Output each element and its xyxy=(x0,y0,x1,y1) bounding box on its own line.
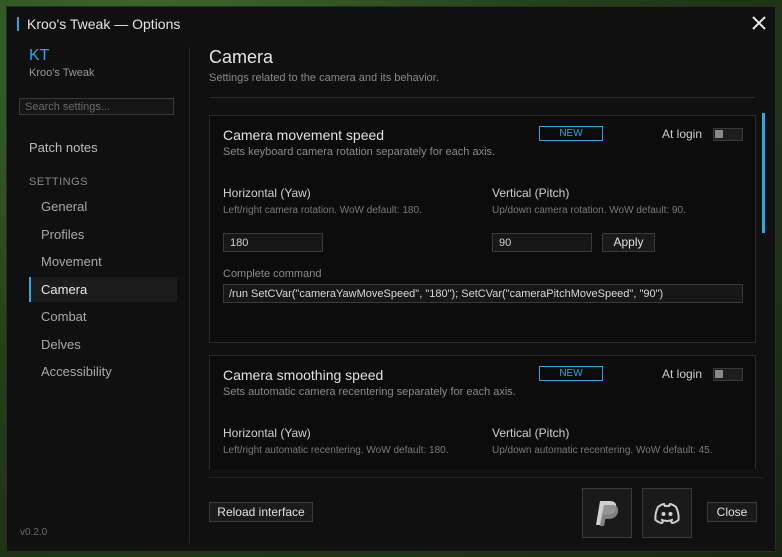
command-input[interactable] xyxy=(223,284,743,303)
card-description: Sets keyboard camera rotation separately… xyxy=(223,146,496,158)
horizontal-help: Left/right camera rotation. WoW default:… xyxy=(223,205,422,216)
page-subtitle: Settings related to the camera and its b… xyxy=(209,72,439,84)
window-title: Kroo's Tweak — Options xyxy=(27,16,181,32)
discord-button[interactable] xyxy=(642,488,692,538)
sidebar-item-patch-notes[interactable]: Patch notes xyxy=(29,140,98,155)
command-label: Complete command xyxy=(223,268,322,280)
at-login-toggle[interactable] xyxy=(713,128,743,141)
sidebar: KT Kroo's Tweak Patch notes SETTINGS Gen… xyxy=(7,39,189,551)
horizontal-yaw-input[interactable] xyxy=(223,233,323,252)
at-login-toggle[interactable] xyxy=(713,368,743,381)
brand-name: Kroo's Tweak xyxy=(29,67,95,79)
at-login-label: At login xyxy=(662,127,703,141)
card-camera-smoothing-speed: Camera smoothing speed NEW At login Sets… xyxy=(209,355,756,469)
discord-icon xyxy=(654,502,680,525)
toggle-knob xyxy=(715,370,723,378)
footer-divider xyxy=(209,477,763,478)
brand-short: KT xyxy=(29,47,50,64)
at-login-label: At login xyxy=(662,367,703,381)
sidebar-item-general[interactable]: General xyxy=(29,194,177,219)
new-badge: NEW xyxy=(539,126,603,141)
content-divider xyxy=(209,97,755,98)
scrollbar-thumb[interactable] xyxy=(762,113,765,233)
vertical-label: Vertical (Pitch) xyxy=(492,426,570,440)
close-button[interactable]: Close xyxy=(707,502,757,522)
sidebar-item-camera[interactable]: Camera xyxy=(29,277,177,302)
sidebar-item-combat[interactable]: Combat xyxy=(29,304,177,329)
vertical-label: Vertical (Pitch) xyxy=(492,186,570,200)
sidebar-item-accessibility[interactable]: Accessibility xyxy=(29,359,177,384)
horizontal-help: Left/right automatic recentering. WoW de… xyxy=(223,445,449,456)
title-accent-bar xyxy=(17,17,19,31)
sidebar-section-label: SETTINGS xyxy=(29,176,89,188)
vertical-help: Up/down automatic recentering. WoW defau… xyxy=(492,445,713,456)
sidebar-item-delves[interactable]: Delves xyxy=(29,332,177,357)
search-input[interactable] xyxy=(19,98,174,115)
apply-button[interactable]: Apply xyxy=(602,233,655,252)
version-label: v0.2.0 xyxy=(20,527,48,538)
horizontal-label: Horizontal (Yaw) xyxy=(223,186,311,200)
page-title: Camera xyxy=(209,47,274,67)
card-description: Sets automatic camera recentering separa… xyxy=(223,386,516,398)
vertical-pitch-input[interactable] xyxy=(492,233,592,252)
settings-scroll-area[interactable]: Camera movement speed NEW At login Sets … xyxy=(209,107,765,469)
vertical-help: Up/down camera rotation. WoW default: 90… xyxy=(492,205,686,216)
sidebar-divider xyxy=(189,47,190,543)
card-title: Camera smoothing speed xyxy=(223,367,384,383)
close-icon[interactable] xyxy=(749,13,769,33)
card-title: Camera movement speed xyxy=(223,127,385,143)
reload-interface-button[interactable]: Reload interface xyxy=(209,502,313,522)
toggle-knob xyxy=(715,130,723,138)
paypal-button[interactable] xyxy=(582,488,632,538)
card-camera-movement-speed: Camera movement speed NEW At login Sets … xyxy=(209,115,756,343)
sidebar-item-profiles[interactable]: Profiles xyxy=(29,222,177,247)
paypal-icon xyxy=(596,501,619,526)
horizontal-label: Horizontal (Yaw) xyxy=(223,426,311,440)
new-badge: NEW xyxy=(539,366,603,381)
sidebar-item-movement[interactable]: Movement xyxy=(29,249,177,274)
title-bar: Kroo's Tweak — Options xyxy=(7,7,775,39)
options-window: Kroo's Tweak — Options KT Kroo's Tweak P… xyxy=(6,6,776,552)
